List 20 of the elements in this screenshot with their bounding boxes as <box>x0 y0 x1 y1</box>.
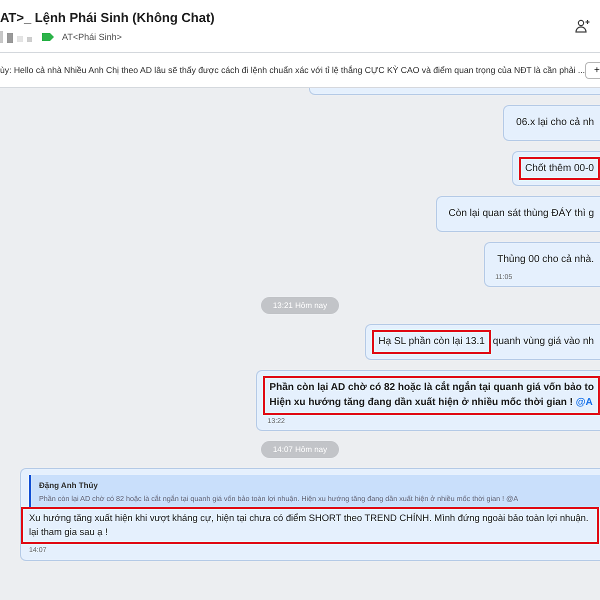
expand-button[interactable]: + <box>585 62 600 78</box>
message-text: Hạ SL phần còn lại 13.1 <box>378 335 485 349</box>
message-text: quanh vùng giá vào nh <box>492 335 594 349</box>
message-text: Còn lại quan sát thùng ĐÁY thì g <box>448 206 594 221</box>
mention-link[interactable]: @A <box>576 397 593 408</box>
tag-label: AT<Phái Sinh> <box>62 32 122 42</box>
message-text: Hiện xu hướng tăng đang dần xuất hiện ở nhiều mốc thời gian ! @A <box>269 396 594 410</box>
tag-icon <box>42 32 54 40</box>
add-member-icon[interactable] <box>575 19 590 33</box>
message-text: 06.x lại cho cả nh <box>516 116 594 130</box>
message-text: Phần còn lại AD chờ có 82 hoặc là cắt ngắn tại quanh giá vốn bảo to <box>269 380 594 394</box>
message-text: Thủng 00 cho cả nhà. <box>497 252 594 266</box>
chat-title: AT>_ Lệnh Phái Sinh (Không Chat) <box>0 10 215 24</box>
pinned-message[interactable]: ùy: Hello cả nhà Nhiều Anh Chị theo AD lâu sẽ thấy được cách đi lệnh chuẩn xác với tỉ lệ thắng CỰC KỲ CAO và điểm quan trọng của NĐT là cần phải ... <box>0 65 586 75</box>
message-text: Xu hướng tăng xuất hiện khi vượt kháng cự, hiện tại chưa có điểm SHORT theo TREND CHÍNH. Mình đứng ngoài bảo toàn lợi nhuận. <box>29 510 590 525</box>
date-separator: 13:21 Hôm nay <box>260 297 340 314</box>
message-text: Chốt thêm 00-0 <box>525 162 594 176</box>
message-text: lại tham gia sau ạ ! <box>29 525 109 540</box>
quote-author: Đặng Anh Thủy <box>39 480 99 490</box>
date-separator: 14:07 Hôm nay <box>260 440 340 458</box>
